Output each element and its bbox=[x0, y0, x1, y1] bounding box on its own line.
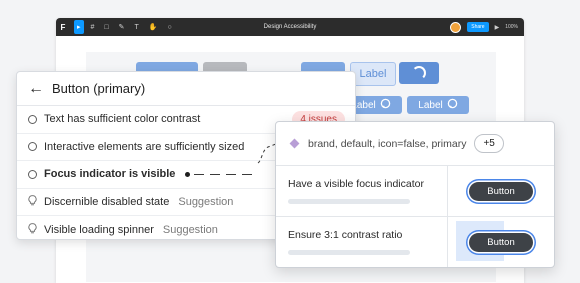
top-toolbar: F ▸ # □ ✎ T ✋ ○ Design Accessibility Sha… bbox=[56, 18, 524, 36]
app-logo-icon[interactable]: F bbox=[56, 18, 70, 36]
lightbulb-icon bbox=[28, 195, 37, 209]
card-row-label: Have a visible focus indicator bbox=[288, 178, 424, 190]
card-row-label: Ensure 3:1 contrast ratio bbox=[288, 229, 403, 241]
card-row-preview: Button bbox=[448, 217, 554, 267]
checklist-item-label: Text has sufficient color contrast bbox=[44, 113, 201, 126]
radio-icon[interactable] bbox=[28, 142, 37, 152]
more-variants-pill[interactable]: +5 bbox=[474, 134, 504, 153]
variant-detail-card: brand, default, icon=false, primary +5 H… bbox=[275, 121, 555, 268]
play-icon[interactable]: ▶ bbox=[495, 24, 500, 31]
canvas-button-7[interactable]: Label bbox=[407, 96, 469, 114]
checklist-item-label: Focus indicator is visible bbox=[44, 168, 176, 181]
suggestion-tag: Suggestion bbox=[162, 223, 218, 236]
component-variant-icon bbox=[289, 138, 300, 149]
variant-properties: brand, default, icon=false, primary bbox=[308, 137, 467, 150]
card-header: brand, default, icon=false, primary +5 bbox=[276, 122, 554, 166]
lightbulb-icon bbox=[28, 222, 37, 237]
text-tool-icon[interactable]: T bbox=[132, 20, 142, 34]
preview-button[interactable]: Button bbox=[469, 232, 533, 252]
suggestion-tag: Suggestion bbox=[178, 196, 234, 209]
frame-tool-icon[interactable]: # bbox=[88, 20, 98, 34]
avatar[interactable] bbox=[450, 21, 462, 33]
card-row-preview: Button bbox=[448, 166, 554, 216]
connector-dot bbox=[185, 171, 191, 177]
comment-tool-icon[interactable]: ○ bbox=[165, 20, 175, 34]
card-row-focus-indicator: Have a visible focus indicator Button bbox=[276, 166, 554, 217]
preview-button[interactable]: Button bbox=[469, 181, 533, 201]
radio-icon[interactable] bbox=[28, 114, 37, 124]
canvas-button-label: Label bbox=[359, 68, 387, 80]
radio-icon[interactable] bbox=[28, 169, 37, 179]
loading-spinner-icon bbox=[412, 66, 426, 80]
card-row-contrast: Ensure 3:1 contrast ratio Button bbox=[276, 217, 554, 267]
checklist-item-label: Visible loading spinner bbox=[44, 223, 154, 236]
shape-tool-icon[interactable]: □ bbox=[101, 20, 111, 34]
canvas-loading-button[interactable] bbox=[399, 62, 439, 84]
placeholder-bar bbox=[288, 250, 410, 255]
toolbar-right: Share ▶ 100% bbox=[450, 18, 518, 36]
connector-dashes bbox=[194, 173, 253, 175]
checklist-item-label: Discernible disabled state bbox=[44, 196, 170, 209]
checklist-item-label: Interactive elements are sufficiently si… bbox=[44, 140, 245, 153]
back-arrow-icon[interactable]: ← bbox=[28, 80, 48, 98]
panel-header: ← Button (primary) bbox=[17, 72, 355, 106]
pen-tool-icon[interactable]: ✎ bbox=[116, 20, 128, 34]
zoom-level[interactable]: 100% bbox=[505, 24, 518, 30]
panel-title: Button (primary) bbox=[52, 81, 146, 96]
hand-tool-icon[interactable]: ✋ bbox=[146, 20, 161, 34]
placeholder-bar bbox=[288, 199, 410, 204]
card-row-info: Have a visible focus indicator bbox=[276, 166, 448, 216]
share-button[interactable]: Share bbox=[467, 22, 489, 32]
chat-bubble-icon bbox=[447, 98, 458, 112]
card-row-info: Ensure 3:1 contrast ratio bbox=[276, 217, 448, 267]
canvas-button-4[interactable]: Label bbox=[350, 62, 396, 86]
canvas-button-label: Label bbox=[418, 99, 443, 111]
move-tool-icon[interactable]: ▸ bbox=[74, 20, 84, 34]
chat-bubble-icon bbox=[380, 98, 391, 112]
